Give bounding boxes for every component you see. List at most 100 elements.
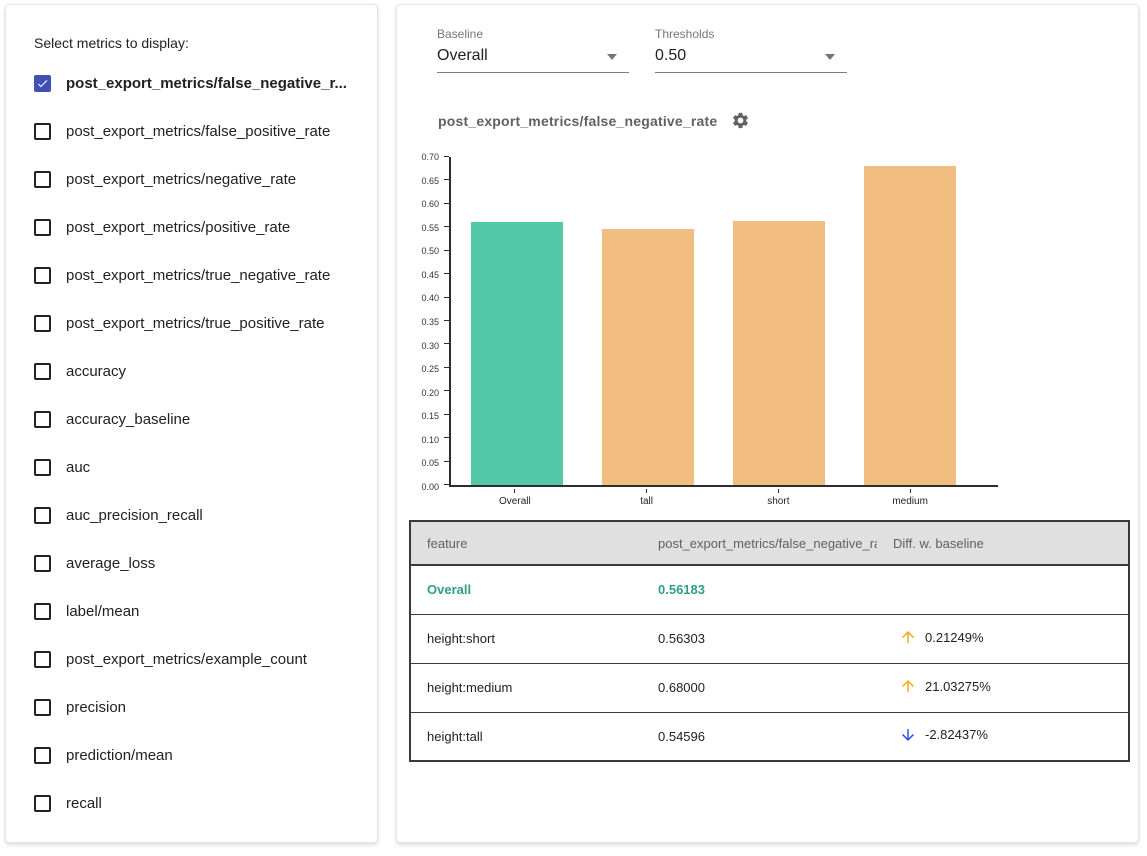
table-row[interactable]: Overall 0.56183 [410,565,1129,614]
y-tick-label: 0.15 [421,412,439,421]
feature-cell: height:tall [410,712,642,761]
bar-band [714,157,845,485]
up-arrow-icon [899,677,917,695]
y-tick-label: 0.25 [421,365,439,374]
metric-checkbox[interactable] [34,507,51,524]
metric-item[interactable]: accuracy_baseline [34,395,359,443]
diff-value: -2.82437% [925,727,988,742]
metric-checkbox[interactable] [34,171,51,188]
bar-Overall[interactable] [471,222,563,485]
y-tick-mark [444,437,449,438]
metric-label: recall [66,795,102,812]
chart-bars [451,157,998,485]
metric-checkbox[interactable] [34,75,51,92]
y-tick-label: 0.10 [421,436,439,445]
y-tick-mark [444,226,449,227]
metric-checkbox[interactable] [34,795,51,812]
x-band: medium [844,489,976,507]
thresholds-select[interactable]: Thresholds 0.50 [655,27,847,73]
header-metric[interactable]: post_export_metrics/false_negative_rat..… [642,521,877,565]
metric-checkbox[interactable] [34,651,51,668]
bar-band [582,157,713,485]
metric-checkbox[interactable] [34,219,51,236]
metric-value-cell: 0.54596 [642,712,877,761]
x-tick-mark [778,489,779,493]
x-tick-label: tall [581,496,713,507]
table-row[interactable]: height:tall 0.54596 -2.82437% [410,712,1129,761]
metric-detail-panel: Baseline Overall Thresholds 0.50 post_ex… [396,4,1139,843]
metrics-list: post_export_metrics/false_negative_r... … [34,59,359,827]
metric-item[interactable]: post_export_metrics/true_positive_rate [34,299,359,347]
x-tick-label: short [713,496,845,507]
x-tick-mark [910,489,911,493]
metric-label: post_export_metrics/false_positive_rate [66,123,330,140]
metric-label: post_export_metrics/positive_rate [66,219,290,236]
bar-tall[interactable] [602,229,694,485]
metric-item[interactable]: prediction/mean [34,731,359,779]
metric-value-cell: 0.56183 [642,565,877,614]
metric-label: post_export_metrics/negative_rate [66,171,296,188]
chart-y-axis: 0.000.050.100.150.200.250.300.350.400.45… [401,157,443,487]
metric-checkbox[interactable] [34,411,51,428]
bar-short[interactable] [733,221,825,485]
diff-cell [877,565,1129,614]
metric-item[interactable]: auc_precision_recall [34,491,359,539]
y-tick-label: 0.50 [421,247,439,256]
y-tick-mark [444,320,449,321]
feature-cell: height:medium [410,663,642,712]
diff-value: 21.03275% [925,679,991,694]
baseline-select[interactable]: Baseline Overall [437,27,629,73]
metric-checkbox[interactable] [34,603,51,620]
x-tick-mark [646,489,647,493]
gear-icon[interactable] [731,111,750,130]
metric-label: average_loss [66,555,155,572]
metric-item[interactable]: post_export_metrics/example_count [34,635,359,683]
metric-value-cell: 0.56303 [642,614,877,663]
header-feature[interactable]: feature [410,521,642,565]
metric-item[interactable]: post_export_metrics/true_negative_rate [34,251,359,299]
metric-checkbox[interactable] [34,123,51,140]
baseline-selected-option: Overall [437,47,488,64]
metric-item[interactable]: precision [34,683,359,731]
header-diff[interactable]: Diff. w. baseline [877,521,1129,565]
metric-checkbox[interactable] [34,747,51,764]
diff-cell: -2.82437% [877,712,1129,761]
metric-item[interactable]: post_export_metrics/false_negative_r... [34,59,359,107]
feature-cell: Overall [410,565,642,614]
metric-item[interactable]: auc [34,443,359,491]
thresholds-select-value[interactable]: 0.50 [655,43,847,73]
metric-checkbox[interactable] [34,363,51,380]
table-body: Overall 0.56183 height:short 0.56303 [410,565,1129,761]
y-tick-mark [444,367,449,368]
bar-medium[interactable] [864,166,956,485]
y-tick-label: 0.35 [421,318,439,327]
down-arrow-icon [899,726,917,744]
metric-item[interactable]: post_export_metrics/positive_rate [34,203,359,251]
table-row[interactable]: height:short 0.56303 0.21249% [410,614,1129,663]
feature-cell: height:short [410,614,642,663]
metric-item[interactable]: accuracy [34,347,359,395]
table-row[interactable]: height:medium 0.68000 21.03275% [410,663,1129,712]
y-tick-label: 0.70 [421,153,439,162]
y-tick-label: 0.55 [421,224,439,233]
y-tick-mark [444,461,449,462]
metric-checkbox[interactable] [34,267,51,284]
metric-item[interactable]: label/mean [34,587,359,635]
baseline-select-label: Baseline [437,27,629,41]
metric-checkbox[interactable] [34,315,51,332]
metric-item[interactable]: post_export_metrics/false_positive_rate [34,107,359,155]
y-tick-label: 0.20 [421,389,439,398]
metric-item[interactable]: recall [34,779,359,827]
chart-header: post_export_metrics/false_negative_rate [438,111,750,130]
bar-band [845,157,976,485]
y-tick-label: 0.40 [421,294,439,303]
y-tick-mark [444,390,449,391]
metric-item[interactable]: post_export_metrics/negative_rate [34,155,359,203]
metric-item[interactable]: average_loss [34,539,359,587]
table-header-row: feature post_export_metrics/false_negati… [410,521,1129,565]
baseline-select-value[interactable]: Overall [437,43,629,73]
metric-checkbox[interactable] [34,555,51,572]
metric-checkbox[interactable] [34,459,51,476]
metric-checkbox[interactable] [34,699,51,716]
x-band: Overall [449,489,581,507]
